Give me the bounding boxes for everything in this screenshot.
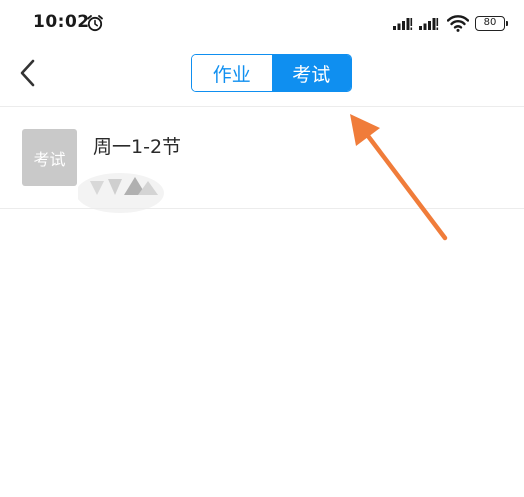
alarm-icon (87, 15, 103, 32)
wifi-icon (447, 15, 469, 32)
tab-exam[interactable]: 考试 (271, 55, 351, 91)
tab-homework-label: 作业 (212, 63, 251, 86)
exam-badge: 考试 (22, 129, 77, 186)
signal-icon (393, 18, 413, 30)
battery-level: 80 (483, 17, 497, 28)
nav-bar: 作业 考试 (0, 46, 524, 106)
chevron-left-icon (20, 59, 35, 87)
list-item[interactable]: 考试 周一1-2节 (0, 107, 524, 225)
app-screen: 10:02 80 作业 考试 考试 周一1-2节 (0, 0, 524, 497)
thumbnail-graphic (78, 165, 168, 225)
list-item-title: 周一1-2节 (93, 136, 182, 158)
status-bar: 10:02 80 (0, 0, 524, 46)
battery-tip (506, 21, 508, 26)
signal-icon (419, 18, 439, 30)
divider (0, 208, 524, 209)
battery-icon: 80 (475, 16, 505, 31)
tab-switcher: 作业 考试 (191, 54, 352, 92)
status-time: 10:02 (33, 12, 90, 32)
tab-exam-label: 考试 (292, 63, 331, 86)
tab-homework[interactable]: 作业 (192, 55, 272, 91)
exam-badge-label: 考试 (33, 149, 66, 169)
back-button[interactable] (14, 56, 44, 90)
